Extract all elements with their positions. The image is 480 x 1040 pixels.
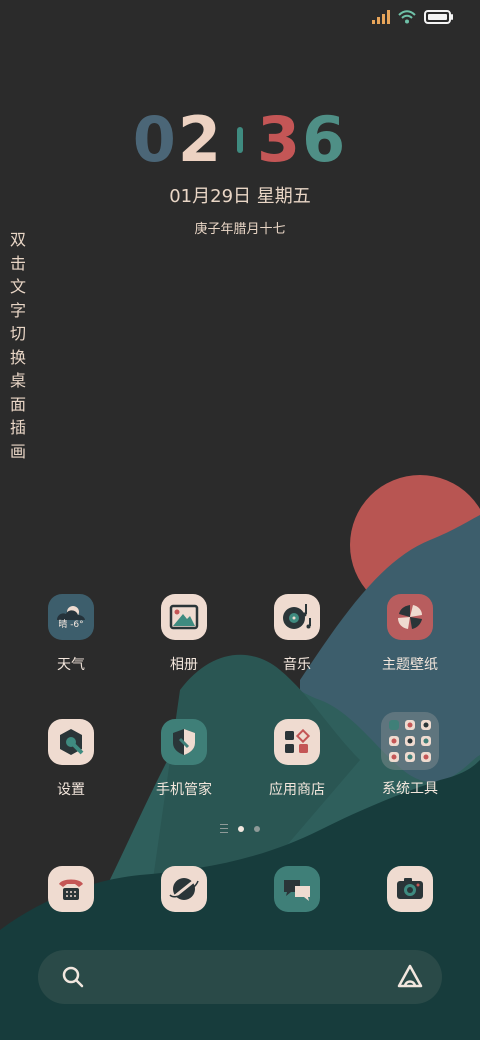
clock-lunar-date: 庚子年腊月十七: [194, 222, 286, 237]
wifi-icon: [398, 10, 416, 24]
page-indicator[interactable]: [0, 824, 480, 833]
app-gallery[interactable]: 相册: [134, 594, 234, 674]
switch-illustration-hint[interactable]: 双击文字切换桌面插画: [10, 228, 28, 463]
dock-browser[interactable]: [134, 866, 234, 912]
app-store[interactable]: 应用商店: [247, 719, 347, 799]
app-settings[interactable]: 设置: [21, 719, 121, 799]
app-label: 系统工具: [382, 781, 438, 797]
clock-minute-ones: 6: [302, 103, 348, 176]
clock-date: 01月29日 星期五: [169, 186, 311, 207]
phone-icon: [48, 866, 94, 912]
weather-widget-text: 晴 -6°: [58, 618, 83, 630]
clock-time: 0 2 3 6: [0, 100, 480, 180]
app-label: 主题壁纸: [382, 657, 438, 673]
clock-minute-tens: 3: [257, 103, 303, 176]
folder-icon: [381, 712, 439, 770]
clock-separator: [237, 127, 243, 153]
dock-messages[interactable]: [247, 866, 347, 912]
app-label: 相册: [170, 657, 198, 673]
dock-camera[interactable]: [360, 866, 460, 912]
settings-icon: [48, 719, 94, 765]
battery-icon: [424, 10, 453, 24]
messages-icon: [274, 866, 320, 912]
app-music[interactable]: 音乐: [247, 594, 347, 674]
assistant-icon[interactable]: [396, 963, 424, 991]
app-weather[interactable]: 晴 -6° 天气: [21, 594, 121, 674]
app-label: 手机管家: [156, 782, 212, 798]
search-bar[interactable]: [38, 950, 442, 1004]
weather-icon: 晴 -6°: [48, 594, 94, 640]
page-dot[interactable]: [254, 825, 260, 832]
app-themes[interactable]: 主题壁纸: [360, 594, 460, 674]
app-label: 天气: [57, 657, 85, 673]
signal-bars-icon: [372, 10, 390, 24]
clock-hour-tens: 0: [132, 103, 178, 176]
app-store-icon: [274, 719, 320, 765]
clock-widget[interactable]: 0 2 3 6 01月29日 星期五 庚子年腊月十七: [0, 100, 480, 238]
themes-icon: [387, 594, 433, 640]
page-dot-active[interactable]: [238, 825, 244, 832]
app-phone-manager[interactable]: 手机管家: [134, 719, 234, 799]
app-label: 音乐: [283, 657, 311, 673]
camera-icon: [387, 866, 433, 912]
music-icon: [274, 594, 320, 640]
status-bar: [372, 10, 454, 24]
security-shield-icon: [161, 719, 207, 765]
search-icon[interactable]: [60, 964, 86, 990]
gallery-icon: [161, 594, 207, 640]
dock-phone[interactable]: [21, 866, 121, 912]
page-indicator-menu-icon[interactable]: [220, 824, 228, 833]
app-label: 应用商店: [269, 782, 325, 798]
browser-icon: [161, 866, 207, 912]
clock-hour-ones: 2: [177, 103, 223, 176]
app-folder-system-tools[interactable]: 系统工具: [360, 712, 460, 798]
app-label: 设置: [57, 782, 85, 798]
